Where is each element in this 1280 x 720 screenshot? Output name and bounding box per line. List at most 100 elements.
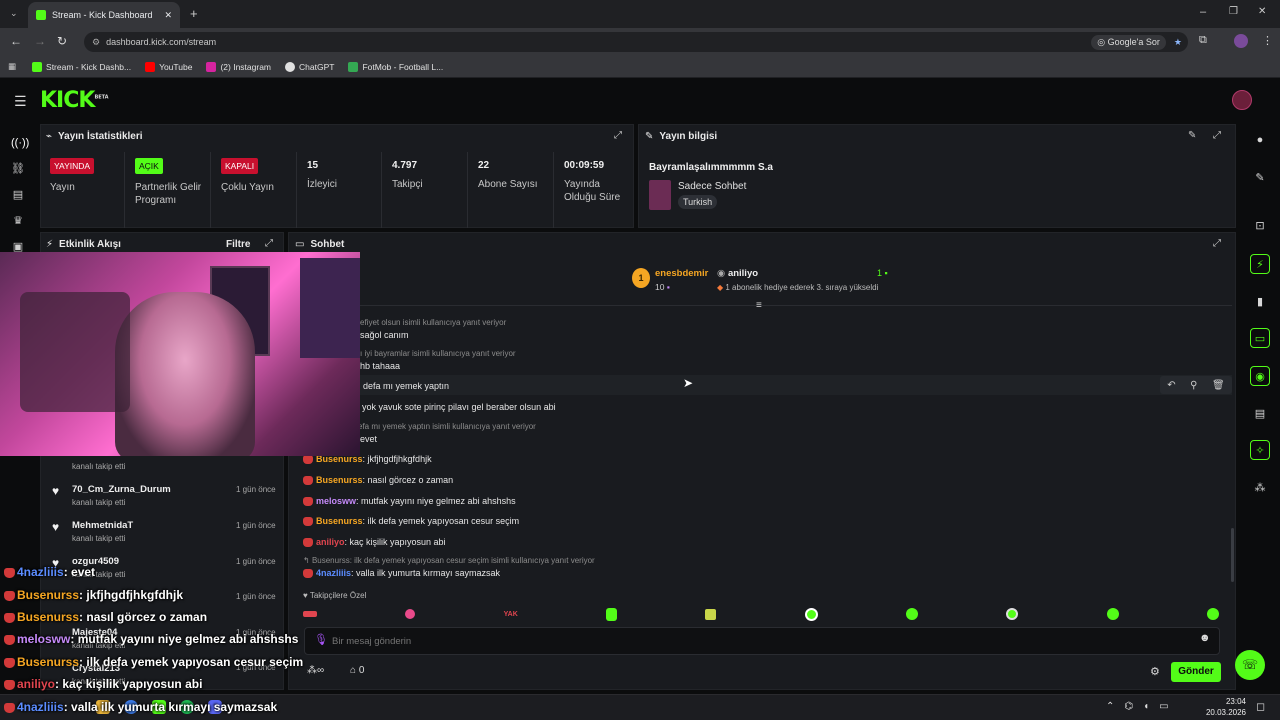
back-icon[interactable]: ← xyxy=(10,34,22,48)
browser-menu-icon[interactable]: ⋮ xyxy=(1262,34,1273,47)
microphone-icon[interactable]: 🎙 xyxy=(314,633,328,646)
link-icon[interactable]: ⛓ xyxy=(11,162,25,176)
chat-settings-icon[interactable]: ⚙ xyxy=(1150,665,1160,678)
emoji-picker-icon[interactable]: ☻ xyxy=(1199,632,1211,644)
overlay-chat-message: melosww: mutfak yayını niye gelmez abi a… xyxy=(4,632,298,646)
user-badge-icon xyxy=(303,455,313,465)
bookmark-kick[interactable]: Stream - Kick Dashb... xyxy=(32,61,131,72)
volume-icon[interactable]: ◖ xyxy=(1143,701,1149,712)
new-tab-icon[interactable]: + xyxy=(190,6,198,21)
kick-logo[interactable]: KICKBETA xyxy=(40,88,109,113)
chat-message-input[interactable] xyxy=(332,632,1192,650)
bookmark-instagram[interactable]: (2) Instagram xyxy=(206,61,271,72)
chat-message: aniliyo: kaç kişilik yapıyosun abi xyxy=(303,537,446,548)
expand-chat-icon[interactable]: ⤢ xyxy=(1213,238,1221,249)
chatgpt-icon xyxy=(285,61,296,72)
connect-icon[interactable]: ⁂∞ xyxy=(307,665,324,676)
address-bar[interactable]: ⚙ dashboard.kick.com/stream ◎ Google'a S… xyxy=(84,32,1188,52)
chat-icon[interactable]: ▭ xyxy=(1250,328,1270,348)
close-window-icon[interactable]: ✕ xyxy=(1258,6,1266,17)
network-icon[interactable]: ⌬ xyxy=(1124,701,1133,712)
chat-message: Busenurss: nasıl görcez o zaman xyxy=(303,475,453,486)
google-lens-icon: ◎ xyxy=(1097,36,1108,47)
gift-recipient[interactable]: ◉ aniliyo xyxy=(717,268,758,279)
event-name: 70_Cm_Zurna_Durum xyxy=(72,484,171,495)
chat-message: : yok yavuk sote pirinç pilavı gel berab… xyxy=(357,402,556,412)
emote-icon[interactable] xyxy=(1206,608,1219,620)
user-badge-icon xyxy=(303,538,313,548)
notifications-icon[interactable]: ◻ xyxy=(1256,700,1265,713)
kick-icon xyxy=(32,61,43,72)
trophy-icon[interactable]: ♛ xyxy=(11,214,25,228)
document-icon[interactable]: ▮ xyxy=(1250,292,1270,312)
pin-icon[interactable]: ⚲ xyxy=(1190,380,1197,391)
edit-icon[interactable]: ✎ xyxy=(1250,168,1270,188)
overlay-badge-icon xyxy=(4,679,15,690)
screenshot-icon[interactable]: ⊡ xyxy=(1250,216,1270,236)
profile-avatar[interactable] xyxy=(1234,34,1248,48)
message-actions: ↶ ⚲ 🗑 xyxy=(1160,376,1232,394)
reply-icon[interactable]: ↶ xyxy=(1167,380,1175,391)
stat-partner: AÇIK Partnerlik Gelir Programı xyxy=(124,152,210,228)
analytics-icon[interactable]: ▤ xyxy=(11,188,25,202)
bookmark-youtube[interactable]: YouTube xyxy=(145,61,192,72)
bookmark-fotmob[interactable]: FotMob - Football L... xyxy=(348,61,443,72)
gifter-count: 10 ▪ xyxy=(655,282,670,292)
overlay-badge-icon xyxy=(4,567,15,578)
forward-icon[interactable]: → xyxy=(34,34,46,48)
broadcast-icon[interactable]: ◉ xyxy=(1250,366,1270,386)
delete-icon[interactable]: 🗑 xyxy=(1212,380,1225,391)
taskbar-clock[interactable]: 23:04 20.03.2026 xyxy=(1196,696,1246,718)
info-icon[interactable]: ● xyxy=(1250,130,1270,150)
connections-icon[interactable]: ⁂ xyxy=(1250,478,1270,498)
kick-favicon-icon xyxy=(36,10,46,20)
reload-icon[interactable]: ↻ xyxy=(57,34,67,48)
fotmob-icon xyxy=(348,61,359,72)
tab-search-icon[interactable]: ⌄ xyxy=(10,8,18,19)
tools-icon[interactable]: ✧ xyxy=(1250,440,1270,460)
extensions-icon[interactable]: ⧉ xyxy=(1199,34,1207,47)
gifter-name[interactable]: enesbdemir xyxy=(655,268,708,279)
edit-info-icon[interactable]: ✎ xyxy=(1188,130,1196,141)
emote-icon[interactable] xyxy=(1106,608,1119,620)
site-info-icon[interactable]: ⚙ xyxy=(92,37,100,48)
kick-header xyxy=(0,80,1280,122)
layout-icon[interactable]: ▤ xyxy=(1250,404,1270,424)
tray-chevron-icon[interactable]: ⌃ xyxy=(1106,701,1114,712)
maximize-icon[interactable]: ❐ xyxy=(1229,6,1238,17)
bookmark-chatgpt[interactable]: ChatGPT xyxy=(285,61,334,72)
filter-button[interactable]: Filtre xyxy=(226,239,250,250)
emote-icon[interactable] xyxy=(804,607,818,621)
send-button[interactable]: Gönder xyxy=(1171,662,1221,682)
emote-icon[interactable] xyxy=(705,608,717,620)
close-tab-icon[interactable]: ✕ xyxy=(164,10,172,21)
overlay-badge-icon xyxy=(4,612,15,623)
quick-actions-icon[interactable]: ⚡ xyxy=(1250,254,1270,274)
category-thumbnail xyxy=(649,180,671,210)
help-chat-icon[interactable]: ☏ xyxy=(1235,650,1265,680)
emote-icon[interactable]: YAK xyxy=(504,611,518,618)
hamburger-menu-icon[interactable]: ☰ xyxy=(14,93,27,110)
browser-tab[interactable]: Stream - Kick Dashboard ✕ xyxy=(28,2,180,28)
emote-icon[interactable] xyxy=(1006,608,1019,620)
expand-activity-icon[interactable]: ⤢ xyxy=(265,238,273,249)
stat-live: YAYINDA Yayın xyxy=(40,152,126,228)
chat-scrollbar[interactable] xyxy=(1231,528,1234,582)
user-avatar[interactable] xyxy=(1232,90,1252,110)
emote-icon[interactable] xyxy=(906,608,919,620)
minimize-icon[interactable]: – xyxy=(1200,6,1206,18)
stream-info-title: ✎ Yayın bilgisi xyxy=(645,131,718,142)
emote-icon[interactable] xyxy=(405,609,416,619)
battery-icon[interactable]: ▭ xyxy=(1159,701,1168,712)
stream-broadcast-icon[interactable]: ((·)) xyxy=(11,136,29,150)
google-search-button[interactable]: ◎ Google'a Sor xyxy=(1091,34,1166,50)
chat-message: hb tahaaa xyxy=(360,361,401,371)
bookmark-star-icon[interactable]: ★ xyxy=(1174,37,1182,48)
category-name[interactable]: Sadece Sohbet xyxy=(678,181,746,192)
expand-info-icon[interactable]: ⤢ xyxy=(1213,130,1221,141)
emote-icon[interactable] xyxy=(303,611,317,617)
apps-grid-icon[interactable]: ▦ xyxy=(8,61,16,72)
chat-reply-context: ı iyi bayramlar isimli kullanıcıya yanıt… xyxy=(360,349,516,358)
expand-stats-icon[interactable]: ⤢ xyxy=(614,130,622,141)
emote-icon[interactable] xyxy=(606,607,618,621)
